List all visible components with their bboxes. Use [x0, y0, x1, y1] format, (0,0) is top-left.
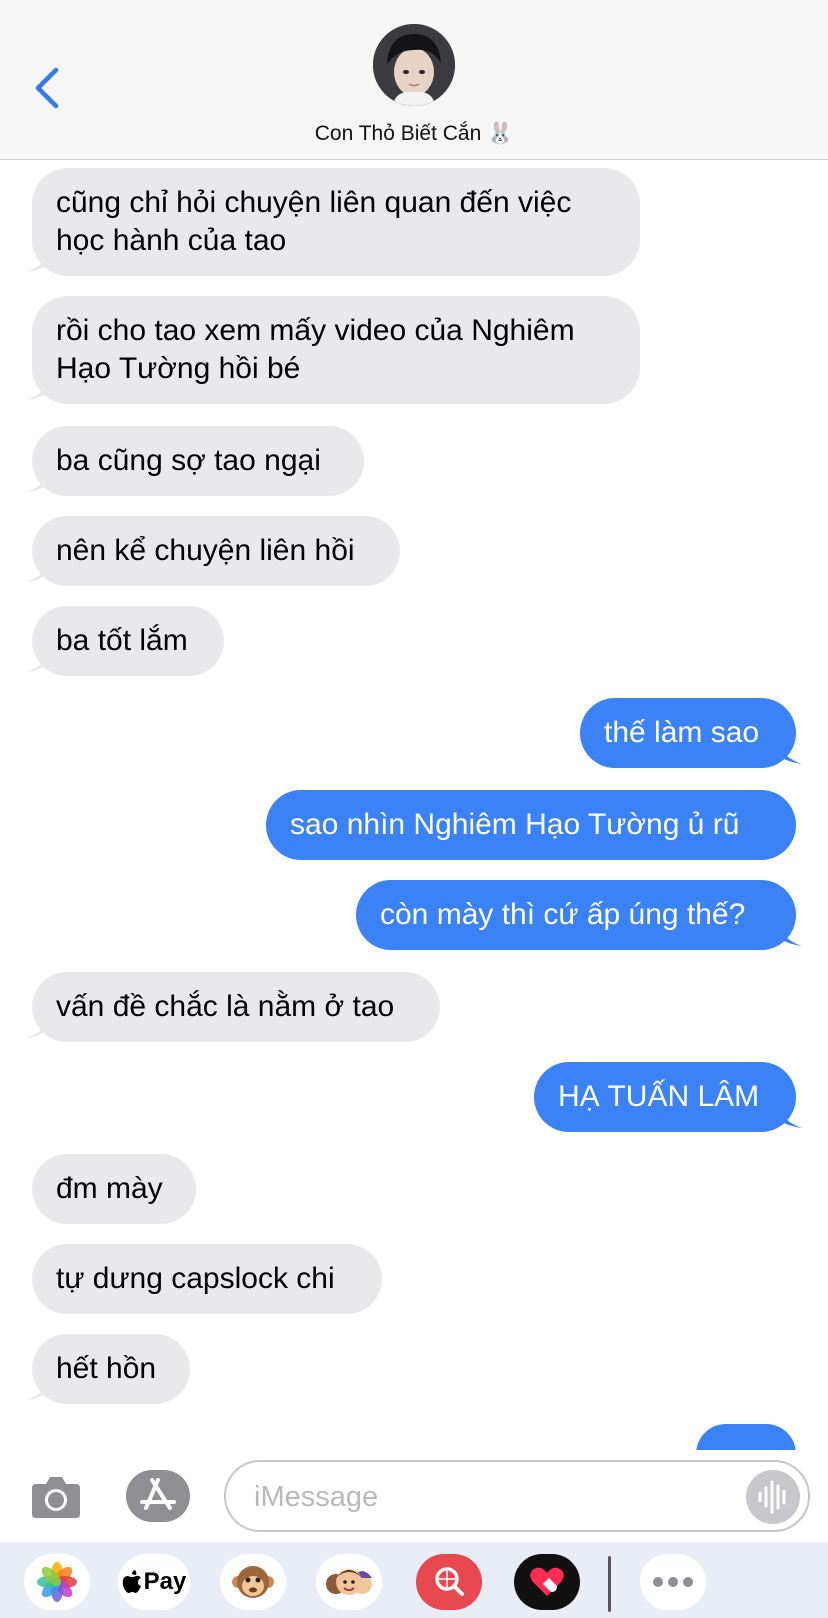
- message-bubble-incoming[interactable]: nên kể chuyện liên hồi: [32, 516, 400, 586]
- message-bubble-outgoing[interactable]: sao nhìn Nghiêm Hạo Tường ủ rũ: [266, 790, 796, 860]
- apple-pay-icon: [122, 1570, 141, 1593]
- bubble-tail: [26, 242, 52, 272]
- bubble-tail: [776, 1098, 802, 1128]
- message-bubble-incoming[interactable]: rồi cho tao xem mấy video của Nghiêm Hạo…: [32, 296, 640, 404]
- contact-avatar[interactable]: [373, 24, 455, 106]
- message-bubble-outgoing-partial[interactable]: [696, 1424, 796, 1450]
- bubble-tail: [26, 462, 52, 492]
- message-text-line: học hành của tao: [56, 224, 287, 257]
- bubble-tail: [776, 916, 802, 946]
- message-field[interactable]: [224, 1460, 810, 1532]
- message-bubble-incoming[interactable]: cũng chỉ hỏi chuyện liên quan đến việc h…: [32, 168, 640, 276]
- more-icon: [653, 1577, 693, 1587]
- app-store-icon: [140, 1478, 176, 1510]
- back-button[interactable]: [30, 66, 70, 110]
- memoji-app-button[interactable]: [316, 1554, 382, 1610]
- message-text-line: đm mày: [56, 1172, 163, 1205]
- message-bubble-incoming[interactable]: hết hồn: [32, 1334, 190, 1404]
- drawer-divider: [608, 1556, 611, 1612]
- bubble-tail: [26, 370, 52, 400]
- message-text-line: rồi cho tao xem mấy video của Nghiêm: [56, 314, 575, 347]
- message-thread[interactable]: cũng chỉ hỏi chuyện liên quan đến việc h…: [0, 160, 828, 1450]
- message-bubble-incoming[interactable]: vấn đề chắc là nằm ở tao: [32, 972, 440, 1042]
- message-text-line: ba tốt lắm: [56, 624, 188, 657]
- chevron-left-icon: [35, 67, 59, 109]
- message-text-line: cũng chỉ hỏi chuyện liên quan đến việc: [56, 186, 572, 219]
- message-text-line: thế làm sao: [604, 716, 760, 749]
- bubble-tail: [26, 642, 52, 672]
- message-bubble-incoming[interactable]: ba cũng sợ tao ngại: [32, 426, 364, 496]
- image-search-app-button[interactable]: [416, 1554, 482, 1610]
- message-text-line: ba cũng sợ tao ngại: [56, 444, 321, 477]
- message-bubble-outgoing[interactable]: còn mày thì cứ ấp úng thế?: [356, 880, 796, 950]
- message-text-line: Hạo Tường hồi bé: [56, 352, 301, 385]
- message-bubble-incoming[interactable]: tự dưng capslock chi: [32, 1244, 382, 1314]
- bubble-tail: [776, 734, 802, 764]
- animoji-app-button[interactable]: [220, 1554, 286, 1610]
- app-store-button[interactable]: [126, 1470, 190, 1522]
- more-apps-button[interactable]: [640, 1554, 706, 1610]
- conversation-header: Con Thỏ Biết Cắn 🐰: [0, 0, 828, 160]
- message-text-line: còn mày thì cứ ấp úng thế?: [380, 898, 746, 931]
- bubble-tail: [26, 1370, 52, 1400]
- message-text-line: hết hồn: [56, 1352, 157, 1385]
- photos-app-button[interactable]: [24, 1554, 90, 1610]
- photos-icon: [37, 1562, 77, 1602]
- contact-name[interactable]: Con Thỏ Biết Cắn 🐰: [0, 122, 828, 146]
- message-bubble-incoming[interactable]: đm mày: [32, 1154, 196, 1224]
- apple-pay-button[interactable]: Pay: [118, 1554, 190, 1610]
- audio-message-button[interactable]: [746, 1470, 800, 1524]
- bubble-tail: [26, 552, 52, 582]
- audio-waveform-icon: [758, 1480, 786, 1514]
- animoji-icon: [232, 1566, 274, 1598]
- message-input-bar: [0, 1450, 828, 1542]
- image-search-icon: [435, 1567, 464, 1596]
- digital-touch-app-button[interactable]: [514, 1554, 580, 1610]
- message-bubble-outgoing[interactable]: HẠ TUẤN LÂM: [534, 1062, 796, 1132]
- camera-icon: [32, 1477, 80, 1518]
- message-text-line: tự dưng capslock chi: [56, 1262, 335, 1295]
- message-text-line: nên kể chuyện liên hồi: [56, 534, 355, 567]
- app-drawer: Pay: [0, 1542, 828, 1618]
- memoji-icon: [326, 1569, 372, 1595]
- digital-touch-icon: [530, 1567, 564, 1596]
- avatar-image: [373, 24, 455, 106]
- camera-button[interactable]: [30, 1472, 82, 1520]
- message-input[interactable]: [254, 1476, 724, 1518]
- message-text-line: HẠ TUẤN LÂM: [558, 1080, 760, 1113]
- message-bubble-incoming[interactable]: ba tốt lắm: [32, 606, 224, 676]
- message-text-line: sao nhìn Nghiêm Hạo Tường ủ rũ: [290, 808, 740, 841]
- apple-pay-label: Pay: [143, 1568, 187, 1595]
- message-bubble-outgoing[interactable]: thế làm sao: [580, 698, 796, 768]
- message-text-line: vấn đề chắc là nằm ở tao: [56, 990, 395, 1023]
- bubble-tail: [26, 1008, 52, 1038]
